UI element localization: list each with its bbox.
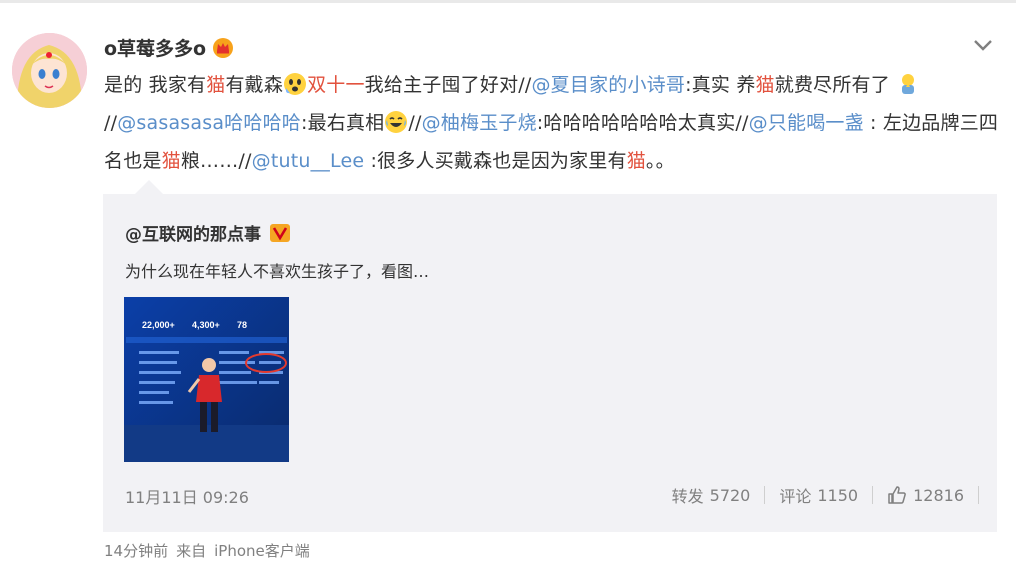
keyword-highlight: 双十一	[307, 74, 365, 96]
top-divider	[0, 0, 1016, 3]
original-text: 为什么现在年轻人不喜欢生孩子了，看图…	[125, 262, 430, 281]
post-time[interactable]: 14分钟前	[104, 540, 168, 561]
verified-badge-icon	[269, 222, 291, 244]
user-mention-link[interactable]: @只能喝一盏	[749, 112, 864, 134]
original-author-name[interactable]: @互联网的那点事	[125, 220, 261, 245]
post-text-segment: 我给主子囤了好对//	[364, 74, 532, 96]
keyword-highlight: 猫	[755, 74, 775, 96]
like-count: 12816	[913, 485, 964, 505]
post-text-segment: :最右真相	[300, 112, 385, 134]
original-date[interactable]: 11月11日 09:26	[125, 484, 249, 508]
post-text-segment: :真实 养	[685, 74, 756, 96]
user-mention-link[interactable]: @夏目家的小诗哥	[531, 74, 685, 96]
thumbs-up-icon	[887, 485, 907, 505]
reposted-card: @互联网的那点事 为什么现在年轻人不喜欢生孩子了，看图… 22,000+ 4,3…	[103, 194, 997, 532]
repost-caret	[134, 180, 164, 195]
keyword-highlight: 猫	[626, 150, 646, 172]
keyword-highlight: 猫	[206, 74, 226, 96]
laughcry-emoji-icon	[384, 109, 408, 133]
pray-emoji-icon	[896, 71, 920, 95]
crown-icon	[212, 37, 234, 59]
original-author[interactable]: @互联网的那点事	[125, 220, 291, 245]
source-prefix: 来自	[176, 542, 207, 560]
original-meta-row: 11月11日 09:26 转发 5720 评论 1150 12816	[103, 482, 997, 508]
fear-emoji-icon	[283, 71, 307, 95]
comment-label: 评论	[779, 487, 812, 506]
user-mention-link[interactable]: @sasasasa哈哈哈哈	[117, 112, 301, 134]
post-footer: 14分钟前 来自 iPhone客户端	[104, 540, 310, 561]
divider	[978, 486, 979, 504]
like-button[interactable]: 12816	[873, 485, 978, 505]
post-text-segment: 粮……//	[180, 150, 252, 172]
image-stat-3: 78	[237, 320, 247, 330]
avatar[interactable]	[12, 33, 87, 108]
post-text-segment: //	[408, 112, 422, 134]
post-text-segment: :很多人买戴森也是因为家里有	[364, 150, 627, 172]
image-stat-1: 22,000+	[142, 320, 175, 330]
post-text-segment: 是的 我家有	[104, 74, 207, 96]
user-mention-link[interactable]: @柚梅玉子烧	[422, 112, 537, 134]
post-image-thumbnail[interactable]: 22,000+ 4,300+ 78	[124, 297, 289, 462]
username-text[interactable]: o草莓多多o	[104, 34, 206, 61]
post-text: 是的 我家有猫有戴森 双十一我给主子囤了好对//@夏目家的小诗哥:真实 养猫就费尽…	[104, 66, 1004, 180]
chevron-down-icon[interactable]	[972, 37, 994, 53]
user-mention-link[interactable]: @tutu__Lee	[252, 150, 365, 172]
post-source: iPhone客户端	[214, 542, 310, 560]
post-text-segment: //	[104, 112, 118, 134]
post-text-segment: 就费尽所有了	[774, 74, 897, 96]
repost-count: 5720	[709, 485, 751, 505]
repost-button[interactable]: 转发 5720	[658, 483, 765, 507]
comment-button[interactable]: 评论 1150	[765, 483, 872, 507]
post-text-segment: :哈哈哈哈哈哈哈太真实//	[536, 112, 749, 134]
repost-label: 转发	[671, 487, 704, 506]
post-text-segment: 。。	[645, 150, 675, 172]
post-text-segment: 有戴森	[225, 74, 284, 96]
comment-count: 1150	[817, 485, 859, 505]
action-stats: 转发 5720 评论 1150 12816	[658, 482, 979, 508]
keyword-highlight: 猫	[161, 150, 181, 172]
image-stat-2: 4,300+	[192, 320, 220, 330]
username[interactable]: o草莓多多o	[104, 34, 234, 61]
